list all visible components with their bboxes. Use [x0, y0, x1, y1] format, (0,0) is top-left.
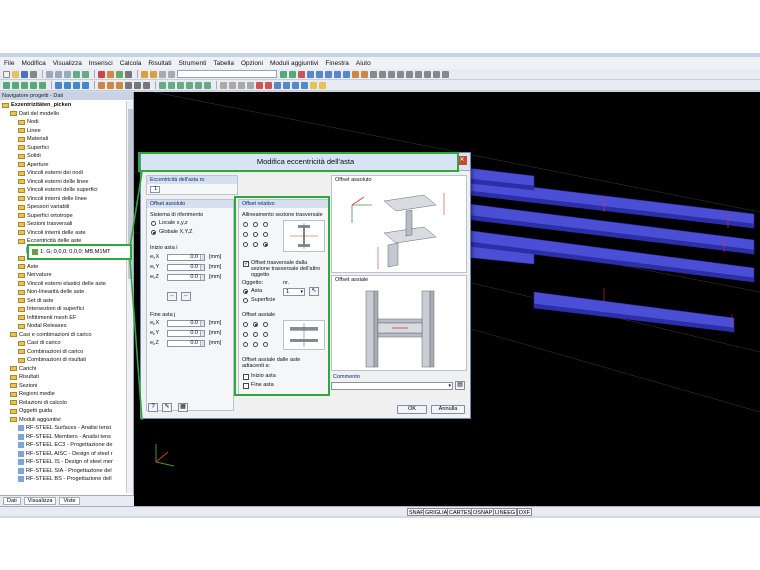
selected-eccentricity-callout[interactable]: 1: G; 0,0,0; 0,0,0; MB,M1MT [27, 244, 132, 260]
eccentricity-item-icon [32, 249, 38, 255]
callout-label: 1: G; 0,0,0; 0,0,0; MB,M1MT [40, 249, 111, 255]
callout-connector [129, 171, 143, 421]
